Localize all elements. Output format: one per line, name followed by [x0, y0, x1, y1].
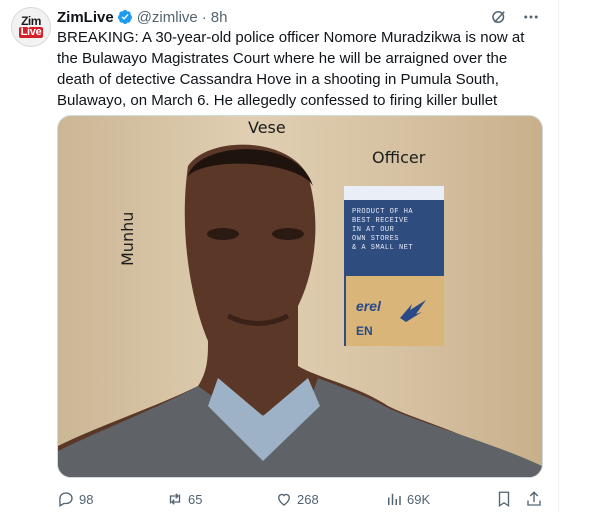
- bookmark-icon: [498, 491, 510, 508]
- tweet-image[interactable]: PRODUCT OF HA BEST RECEIVE IN AT OUR OWN…: [57, 115, 543, 478]
- person-photo: [58, 144, 542, 477]
- share-icon: [527, 491, 541, 506]
- repost-icon: [169, 493, 181, 505]
- tweet[interactable]: Zim Live ZimLive @zimlive · 8h BREAKING:…: [0, 0, 590, 512]
- tweet-header: ZimLive @zimlive · 8h: [57, 8, 227, 26]
- grok-icon[interactable]: [490, 8, 508, 26]
- views-icon: [388, 493, 401, 505]
- notice-board-text: PRODUCT OF HA BEST RECEIVE IN AT OUR OWN…: [352, 208, 414, 252]
- avatar-text-bottom: Live: [18, 26, 44, 38]
- like-count: 268: [297, 491, 319, 507]
- reply-button[interactable]: 98: [57, 490, 93, 508]
- caption-officer: Officer: [372, 148, 426, 167]
- verified-badge-icon[interactable]: [117, 9, 133, 25]
- bookmark-button[interactable]: [495, 490, 513, 508]
- column-divider: [558, 0, 559, 512]
- tweet-top-actions: [490, 8, 540, 26]
- separator-dot: ·: [201, 8, 207, 26]
- repost-button[interactable]: 65: [166, 490, 202, 508]
- views-count: 69K: [407, 491, 431, 507]
- more-icon[interactable]: [522, 8, 540, 26]
- bird-logo-icon: [400, 300, 426, 322]
- repost-count: 65: [188, 491, 203, 507]
- account-handle[interactable]: @zimlive: [137, 9, 198, 26]
- caption-munhu: Munhu: [118, 211, 137, 266]
- brand-card-subtext: EN: [356, 324, 373, 338]
- tweet-actions: 98 65 268 69K: [57, 489, 547, 509]
- brand-card: erel EN: [346, 276, 444, 346]
- like-icon: [278, 493, 290, 506]
- tweet-time[interactable]: 8h: [211, 9, 228, 26]
- account-name[interactable]: ZimLive: [57, 9, 114, 26]
- reply-count: 98: [79, 491, 94, 507]
- like-button[interactable]: 268: [275, 490, 319, 508]
- tweet-text: BREAKING: A 30-year-old police officer N…: [57, 29, 525, 109]
- share-button[interactable]: [525, 490, 543, 508]
- reply-icon: [59, 492, 73, 507]
- views-button[interactable]: 69K: [385, 490, 430, 508]
- notice-board-light: [344, 186, 444, 200]
- caption-vese: Vese: [248, 118, 286, 137]
- brand-card-text: erel: [356, 298, 381, 314]
- avatar[interactable]: Zim Live: [11, 7, 51, 47]
